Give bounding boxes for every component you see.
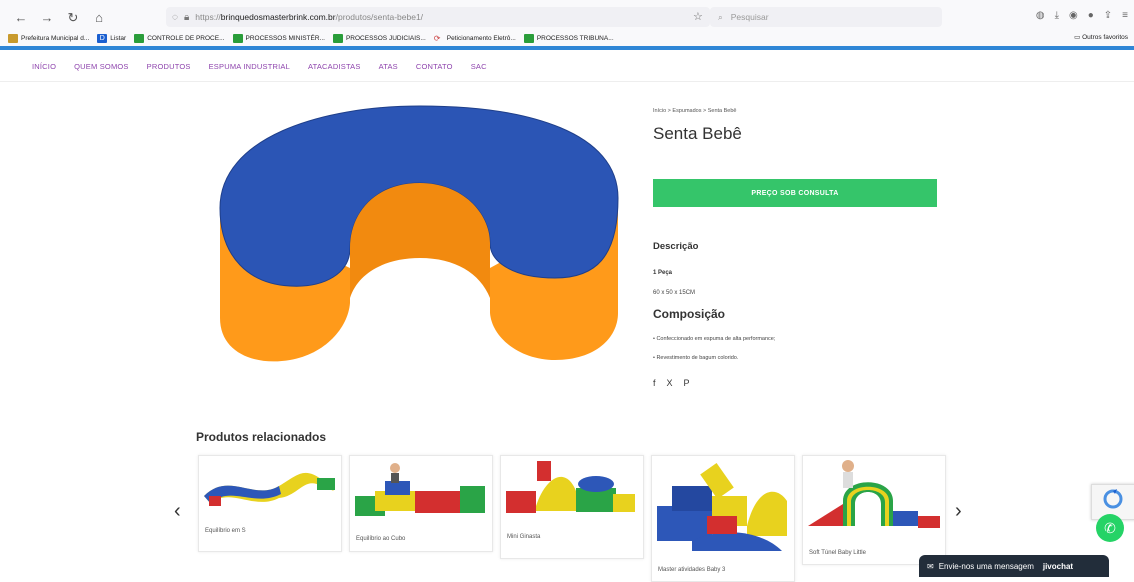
pocket-icon[interactable]: ◍: [1036, 10, 1045, 21]
account-icon[interactable]: ◉: [1069, 10, 1078, 21]
dimensions-text: 60 x 50 x 15CM: [653, 290, 696, 296]
product-thumbnail: [204, 472, 335, 506]
bookmark-item[interactable]: ⟳ Peticionamento Eletrô...: [434, 34, 516, 43]
nav-sac[interactable]: SAC: [471, 62, 487, 71]
back-icon[interactable]: ←: [14, 10, 28, 26]
share-icon[interactable]: ⇪: [1104, 10, 1112, 21]
nav-quem-somos[interactable]: QUEM SOMOS: [74, 62, 129, 71]
shield-icon: ◌: [172, 11, 178, 23]
search-input[interactable]: ⌕ Pesquisar: [710, 7, 942, 27]
nav-contato[interactable]: CONTATO: [416, 62, 453, 71]
address-bar[interactable]: ◌ 🔒︎ https://brinquedosmasterbrink.com.b…: [166, 7, 710, 27]
product-thumbnail: [506, 461, 635, 513]
carousel-prev-icon[interactable]: ‹: [174, 500, 181, 523]
related-heading: Produtos relacionados: [196, 430, 327, 444]
green-flag-icon: [523, 33, 534, 43]
social-share: f X P: [653, 378, 690, 388]
product-thumbnail: [657, 462, 787, 551]
whatsapp-button[interactable]: ✆: [1096, 514, 1124, 542]
extension-icon[interactable]: ●: [1088, 10, 1094, 21]
product-image[interactable]: [200, 98, 640, 388]
product-thumbnail: [355, 463, 485, 516]
product-card[interactable]: Soft Túnel Baby Little: [802, 455, 946, 565]
product-card[interactable]: Equilíbrio em S: [198, 455, 342, 552]
composition-heading: Composição: [653, 307, 726, 321]
bookmarks-bar: Prefeitura Municipal d... D Listar CONTRO…: [0, 30, 1134, 46]
green-flag-icon: [134, 33, 145, 43]
description-heading: Descrição: [653, 241, 699, 252]
composition-item: • Confeccionado em espuma de alta perfor…: [653, 336, 776, 342]
product-card[interactable]: Mini Ginasta: [500, 455, 644, 559]
site-nav: INÍCIO QUEM SOMOS PRODUTOS ESPUMA INDUST…: [32, 62, 487, 71]
bookmark-item[interactable]: CONTROLE DE PROCE...: [134, 33, 225, 43]
nav-produtos[interactable]: PRODUTOS: [147, 62, 191, 71]
forward-icon[interactable]: →: [40, 10, 54, 26]
other-bookmarks[interactable]: ▭ Outros favoritos: [1074, 33, 1128, 41]
whatsapp-icon: ✆: [1104, 520, 1116, 536]
url-text: https://brinquedosmasterbrink.com.br/pro…: [195, 12, 424, 22]
product-card-title: Soft Túnel Baby Little: [809, 550, 866, 556]
bookmark-item[interactable]: PROCESSOS TRIBUNA...: [523, 33, 614, 43]
browser-toolbar: ← → ↻ ⌂ ◌ 🔒︎ https://brinquedosmasterbri…: [0, 0, 1134, 47]
jivochat-logo: jivochat: [1042, 561, 1074, 571]
breadcrumb[interactable]: Início > Espumados > Senta Bebê: [653, 108, 736, 114]
nav-espuma-industrial[interactable]: ESPUMA INDUSTRIAL: [209, 62, 290, 71]
product-card-title: Equilíbrio ao Cubo: [356, 536, 406, 542]
divider: [0, 81, 1134, 82]
bookmark-item[interactable]: PROCESSOS MINISTÉR...: [232, 33, 325, 43]
pinterest-icon[interactable]: P: [684, 378, 690, 388]
product-card[interactable]: Equilíbrio ao Cubo: [349, 455, 493, 552]
download-icon[interactable]: ⤓: [1055, 10, 1059, 21]
recaptcha-icon: [1103, 489, 1123, 509]
menu-icon[interactable]: ≡: [1122, 10, 1128, 21]
nav-atas[interactable]: ATAS: [379, 62, 398, 71]
product-card-title: Mini Ginasta: [507, 534, 541, 540]
product-thumbnail: [808, 460, 940, 528]
chat-widget[interactable]: ✉ Envie-nos uma mensagem jivochat: [919, 555, 1109, 577]
municipal-icon: [8, 33, 18, 43]
x-icon[interactable]: X: [667, 378, 673, 388]
page-title: Senta Bebê: [653, 124, 742, 143]
product-card[interactable]: Master atividades Baby 3: [651, 455, 795, 582]
bookmark-item[interactable]: D Listar: [97, 33, 126, 43]
green-flag-icon: [232, 33, 243, 43]
accent-bar: [0, 46, 1134, 50]
browser-nav-buttons: ← → ↻ ⌂: [14, 10, 106, 26]
search-icon: ⌕: [718, 11, 723, 22]
price-button[interactable]: PREÇO SOB CONSULTA: [653, 179, 937, 207]
product-card-title: Master atividades Baby 3: [658, 567, 726, 573]
composition-item: • Revestimento de bagum colorido.: [653, 355, 739, 361]
reload-icon[interactable]: ↻: [66, 10, 80, 26]
browser-tools: ◍ ⤓ ◉ ● ⇪ ≡: [1036, 10, 1128, 21]
carousel-next-icon[interactable]: ›: [955, 500, 962, 523]
bookmark-item[interactable]: PROCESSOS JUDICIAIS...: [332, 33, 426, 43]
lock-icon: 🔒︎: [183, 11, 190, 23]
bookmark-star-icon[interactable]: ☆: [693, 10, 703, 23]
home-icon[interactable]: ⌂: [92, 10, 106, 26]
nav-atacadistas[interactable]: ATACADISTAS: [308, 62, 361, 71]
green-flag-icon: [332, 33, 343, 43]
product-card-title: Equilíbrio em S: [205, 528, 246, 534]
pje-icon: ⟳: [433, 33, 441, 43]
d-icon: D: [97, 33, 108, 43]
bookmark-item[interactable]: Prefeitura Municipal d...: [8, 33, 89, 43]
facebook-icon[interactable]: f: [653, 378, 656, 388]
nav-inicio[interactable]: INÍCIO: [32, 62, 56, 71]
message-icon: ✉: [927, 561, 934, 571]
pieces-text: 1 Peça: [653, 270, 673, 276]
